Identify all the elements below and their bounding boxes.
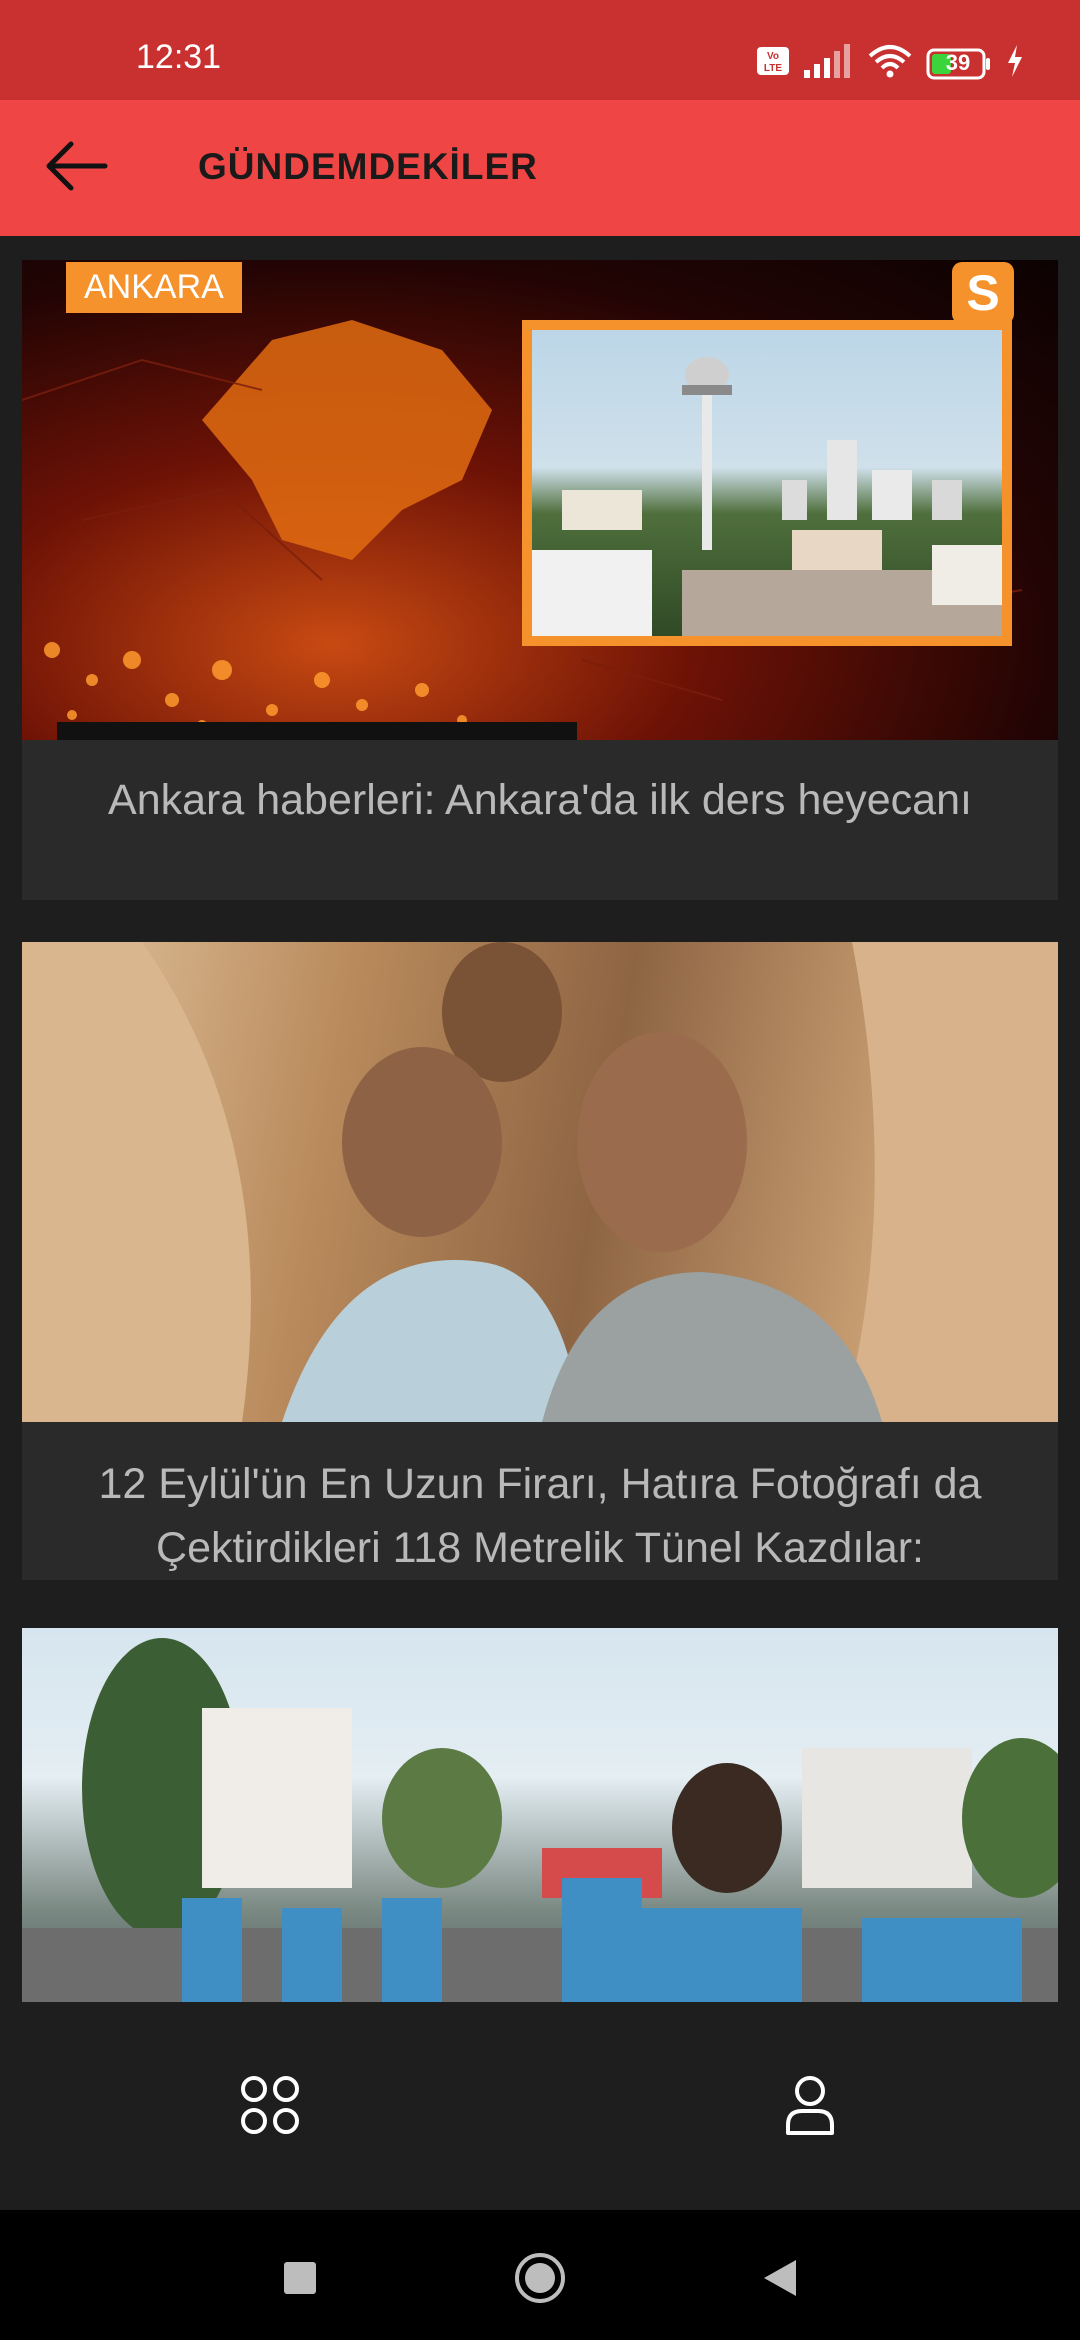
square-icon (282, 2260, 318, 2301)
wifi-icon (868, 44, 912, 83)
category-tag: ANKARA (66, 262, 242, 313)
app-bar: GÜNDEMDEKİLER (0, 100, 1080, 236)
arrow-left-icon (43, 138, 109, 199)
nav-profile-button[interactable] (775, 2072, 845, 2142)
volte-icon: Vo LTE (756, 46, 790, 81)
signal-icon (804, 44, 854, 83)
recents-button[interactable] (270, 2250, 330, 2310)
news-image (22, 1628, 1058, 2002)
bottom-nav (0, 2002, 1080, 2210)
city-photo (522, 320, 1012, 646)
svg-text:LTE: LTE (764, 63, 782, 74)
tunnel-photo (22, 942, 1058, 1422)
news-title[interactable]: 12 Eylül'ün En Uzun Firarı, Hatıra Fotoğ… (22, 1422, 1058, 1580)
news-card[interactable] (22, 1628, 1058, 2002)
news-feed[interactable]: ANKARA S Ankara haberleri: Ankara'da ilk… (0, 236, 1080, 2002)
charging-icon (1006, 45, 1024, 82)
status-icons: Vo LTE 39 (756, 44, 1024, 83)
battery-icon: 39 (926, 48, 992, 80)
news-image: ANKARA S (22, 260, 1058, 740)
news-title[interactable]: Ankara haberleri: Ankara'da ilk ders hey… (22, 740, 1058, 832)
battery-level: 39 (945, 49, 971, 75)
status-time: 12:31 (136, 38, 222, 76)
back-button[interactable] (36, 128, 116, 208)
nav-categories-button[interactable] (235, 2072, 305, 2142)
svg-text:Vo: Vo (767, 51, 779, 62)
source-badge: S (952, 262, 1014, 324)
home-button[interactable] (510, 2250, 570, 2310)
news-image (22, 942, 1058, 1422)
schoolyard-photo (22, 1638, 1058, 2002)
status-bar: 12:31 Vo LTE 39 (0, 0, 1080, 100)
page-title: GÜNDEMDEKİLER (198, 146, 538, 187)
profile-icon (784, 2075, 836, 2140)
circle-icon (513, 2251, 567, 2310)
news-card[interactable]: 12 Eylül'ün En Uzun Firarı, Hatıra Fotoğ… (22, 942, 1058, 1580)
news-card[interactable]: ANKARA S Ankara haberleri: Ankara'da ilk… (22, 260, 1058, 900)
system-nav-bar (0, 2210, 1080, 2340)
triangle-back-icon (762, 2258, 798, 2303)
back-nav-button[interactable] (750, 2250, 810, 2310)
grid-icon (240, 2075, 300, 2140)
